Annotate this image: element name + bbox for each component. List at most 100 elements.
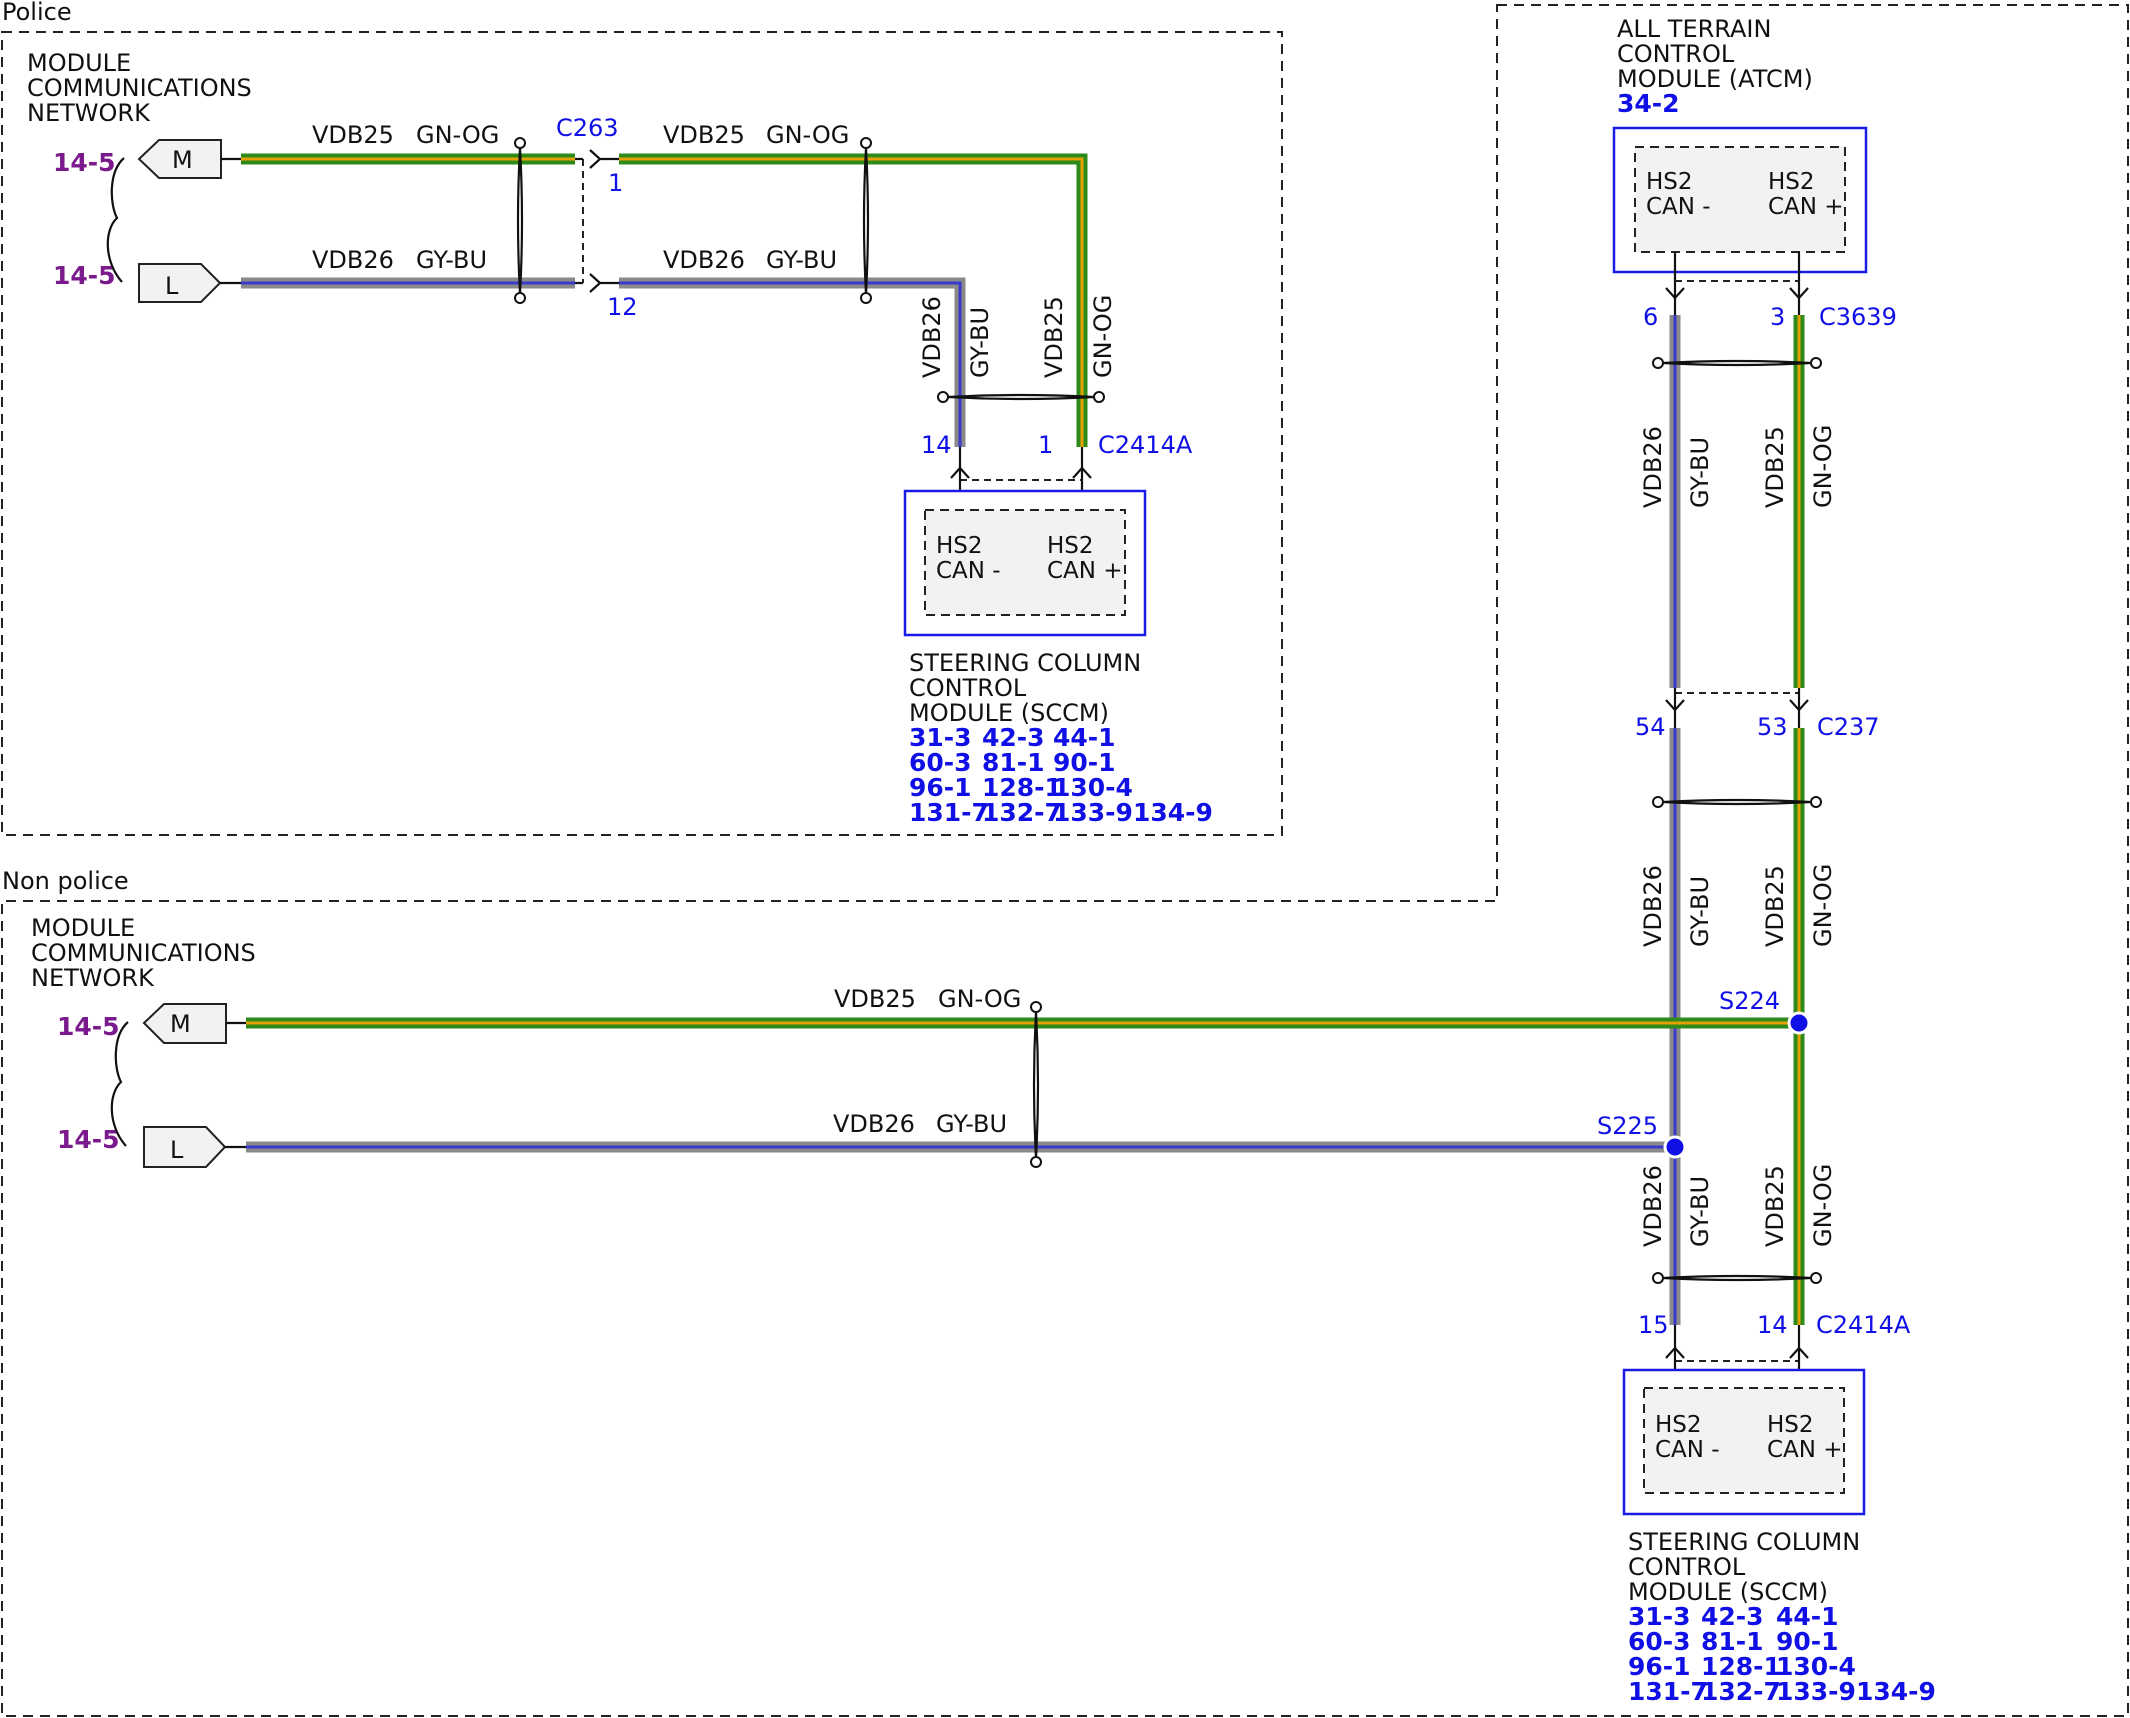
nonpolice-page-ref-l[interactable]: 14-5 xyxy=(57,1125,120,1154)
c263-pin-1: 1 xyxy=(608,169,623,197)
svg-text:CAN -: CAN - xyxy=(1646,194,1711,220)
police-vl-gybu: GY-BU xyxy=(966,307,994,378)
nonpolice-vl-gybu: GY-BU xyxy=(1686,1176,1714,1247)
nonpolice-sccm-c2414a: C2414A xyxy=(1816,1311,1911,1339)
c237-pin-54: 54 xyxy=(1635,713,1666,741)
police-vl-gnog: GN-OG xyxy=(1089,295,1117,378)
atcm-name: ALL TERRAIN CONTROL MODULE (ATCM) xyxy=(1617,15,1813,93)
nonpolice-sccm-refs[interactable]: 31-3 42-3 44-1 60-3 81-1 90-1 96-1 128-1… xyxy=(1628,1602,1936,1706)
atcm-pin-3: 3 xyxy=(1770,303,1785,331)
police-wire-vdb26-right[interactable] xyxy=(619,277,966,447)
atcm-vl-vdb26: VDB26 xyxy=(1639,426,1667,508)
svg-text:132-7: 132-7 xyxy=(1701,1677,1781,1706)
svg-text:133-9134-9: 133-9134-9 xyxy=(1053,798,1213,827)
police-wl-vdb25-left: VDB25 xyxy=(312,121,394,149)
svg-text:L: L xyxy=(170,1136,184,1164)
nonpolice-vl-gnog: GN-OG xyxy=(1809,1164,1837,1247)
svg-text:MODULE: MODULE xyxy=(31,914,135,942)
nonpolice-sccm-pin-14: 14 xyxy=(1757,1311,1788,1339)
nonpolice-wl-gnog: GN-OG xyxy=(938,985,1021,1013)
splice-s224-label: S224 xyxy=(1719,987,1780,1015)
police-sccm-name: STEERING COLUMN CONTROL MODULE (SCCM) xyxy=(909,649,1141,727)
nonpolice-wl-vdb25: VDB25 xyxy=(834,985,916,1013)
atcm-vl-gnog: GN-OG xyxy=(1809,425,1837,508)
police-wl-gybu-right: GY-BU xyxy=(766,246,837,274)
nonpolice-flag-m[interactable]: M xyxy=(142,1003,227,1044)
svg-text:M: M xyxy=(172,146,193,174)
c263-label: C263 xyxy=(556,114,619,142)
nonpolice-flag-l[interactable]: L xyxy=(143,1126,227,1168)
svg-text:CAN -: CAN - xyxy=(1655,1437,1720,1463)
svg-text:CAN -: CAN - xyxy=(936,558,1001,584)
svg-text:STEERING COLUMN: STEERING COLUMN xyxy=(909,649,1141,677)
svg-text:131-7: 131-7 xyxy=(1628,1677,1708,1706)
nonpolice-network-title: MODULE COMMUNICATIONS NETWORK xyxy=(31,914,256,992)
nonpolice-frame-label: Non police xyxy=(2,867,129,895)
atcm-vl-vdb25: VDB25 xyxy=(1761,426,1789,508)
police-sccm-c2414a: C2414A xyxy=(1098,431,1193,459)
svg-text:M: M xyxy=(170,1010,191,1038)
svg-text:HS2: HS2 xyxy=(936,533,983,559)
svg-text:CAN +: CAN + xyxy=(1767,1437,1843,1463)
police-sccm-pin-14: 14 xyxy=(921,431,952,459)
mid-vl-vdb25: VDB25 xyxy=(1761,865,1789,947)
svg-text:COMMUNICATIONS: COMMUNICATIONS xyxy=(27,74,252,102)
wiring-diagram: Police Non police MODULE COMMUNICATIONS … xyxy=(1,0,2129,1717)
nonpolice-vl-vdb25: VDB25 xyxy=(1761,1165,1789,1247)
svg-text:CAN +: CAN + xyxy=(1047,558,1123,584)
mid-vl-vdb26: VDB26 xyxy=(1639,865,1667,947)
svg-text:CONTROL: CONTROL xyxy=(1628,1553,1746,1581)
atcm-module[interactable]: HS2 CAN - HS2 CAN + xyxy=(1612,126,1868,274)
svg-text:NETWORK: NETWORK xyxy=(31,964,155,992)
svg-text:MODULE: MODULE xyxy=(27,49,131,77)
nonpolice-sccm-module[interactable]: HS2 CAN - HS2 CAN + xyxy=(1622,1368,1866,1516)
svg-text:L: L xyxy=(165,272,179,300)
police-wl-vdb26-right: VDB26 xyxy=(663,246,745,274)
nonpolice-wl-vdb26: VDB26 xyxy=(833,1110,915,1138)
police-flag-l[interactable]: L xyxy=(138,263,222,303)
svg-text:131-7: 131-7 xyxy=(909,798,989,827)
c237-label: C237 xyxy=(1817,713,1880,741)
police-wire-vdb25-right[interactable] xyxy=(619,153,1088,447)
splice-s225[interactable] xyxy=(1663,1135,1687,1159)
svg-text:132-7: 132-7 xyxy=(982,798,1062,827)
mid-vl-gnog: GN-OG xyxy=(1809,864,1837,947)
nonpolice-wl-gybu: GY-BU xyxy=(936,1110,1007,1138)
splice-s224[interactable] xyxy=(1787,1011,1811,1035)
nonpolice-sccm-pin-15: 15 xyxy=(1638,1311,1669,1339)
atcm-pin-6: 6 xyxy=(1643,303,1658,331)
police-vl-vdb25: VDB25 xyxy=(1040,296,1068,378)
atcm-vl-gybu: GY-BU xyxy=(1686,437,1714,508)
police-vl-vdb26: VDB26 xyxy=(918,296,946,378)
police-sccm-module[interactable]: HS2 CAN - HS2 CAN + xyxy=(903,489,1147,637)
nonpolice-page-ref-m[interactable]: 14-5 xyxy=(57,1012,120,1041)
police-page-ref-l[interactable]: 14-5 xyxy=(53,261,116,290)
police-wl-vdb25-right: VDB25 xyxy=(663,121,745,149)
atcm-c3639: C3639 xyxy=(1819,303,1897,331)
police-wl-gnog-right: GN-OG xyxy=(766,121,849,149)
nonpolice-vl-vdb26: VDB26 xyxy=(1639,1165,1667,1247)
svg-text:CONTROL: CONTROL xyxy=(1617,40,1735,68)
svg-text:HS2: HS2 xyxy=(1768,169,1815,195)
mid-vl-gybu: GY-BU xyxy=(1686,876,1714,947)
svg-text:CONTROL: CONTROL xyxy=(909,674,1027,702)
svg-text:ALL TERRAIN: ALL TERRAIN xyxy=(1617,15,1771,43)
svg-text:NETWORK: NETWORK xyxy=(27,99,151,127)
police-network-title: MODULE COMMUNICATIONS NETWORK xyxy=(27,49,252,127)
police-sccm-refs[interactable]: 31-3 42-3 44-1 60-3 81-1 90-1 96-1 128-1… xyxy=(909,723,1213,827)
c263-pin-12: 12 xyxy=(607,293,638,321)
police-page-ref-m[interactable]: 14-5 xyxy=(53,148,116,177)
svg-text:HS2: HS2 xyxy=(1767,1412,1814,1438)
svg-text:HS2: HS2 xyxy=(1655,1412,1702,1438)
svg-text:COMMUNICATIONS: COMMUNICATIONS xyxy=(31,939,256,967)
nonpolice-sccm-name: STEERING COLUMN CONTROL MODULE (SCCM) xyxy=(1628,1528,1860,1606)
police-wl-gybu-left: GY-BU xyxy=(416,246,487,274)
svg-text:HS2: HS2 xyxy=(1646,169,1693,195)
c237-pin-53: 53 xyxy=(1757,713,1788,741)
atcm-ref[interactable]: 34-2 xyxy=(1617,89,1680,118)
splice-s225-label: S225 xyxy=(1597,1112,1658,1140)
svg-text:HS2: HS2 xyxy=(1047,533,1094,559)
svg-text:CAN +: CAN + xyxy=(1768,194,1844,220)
police-flag-m[interactable]: M xyxy=(137,139,222,179)
police-wl-gnog-left: GN-OG xyxy=(416,121,499,149)
